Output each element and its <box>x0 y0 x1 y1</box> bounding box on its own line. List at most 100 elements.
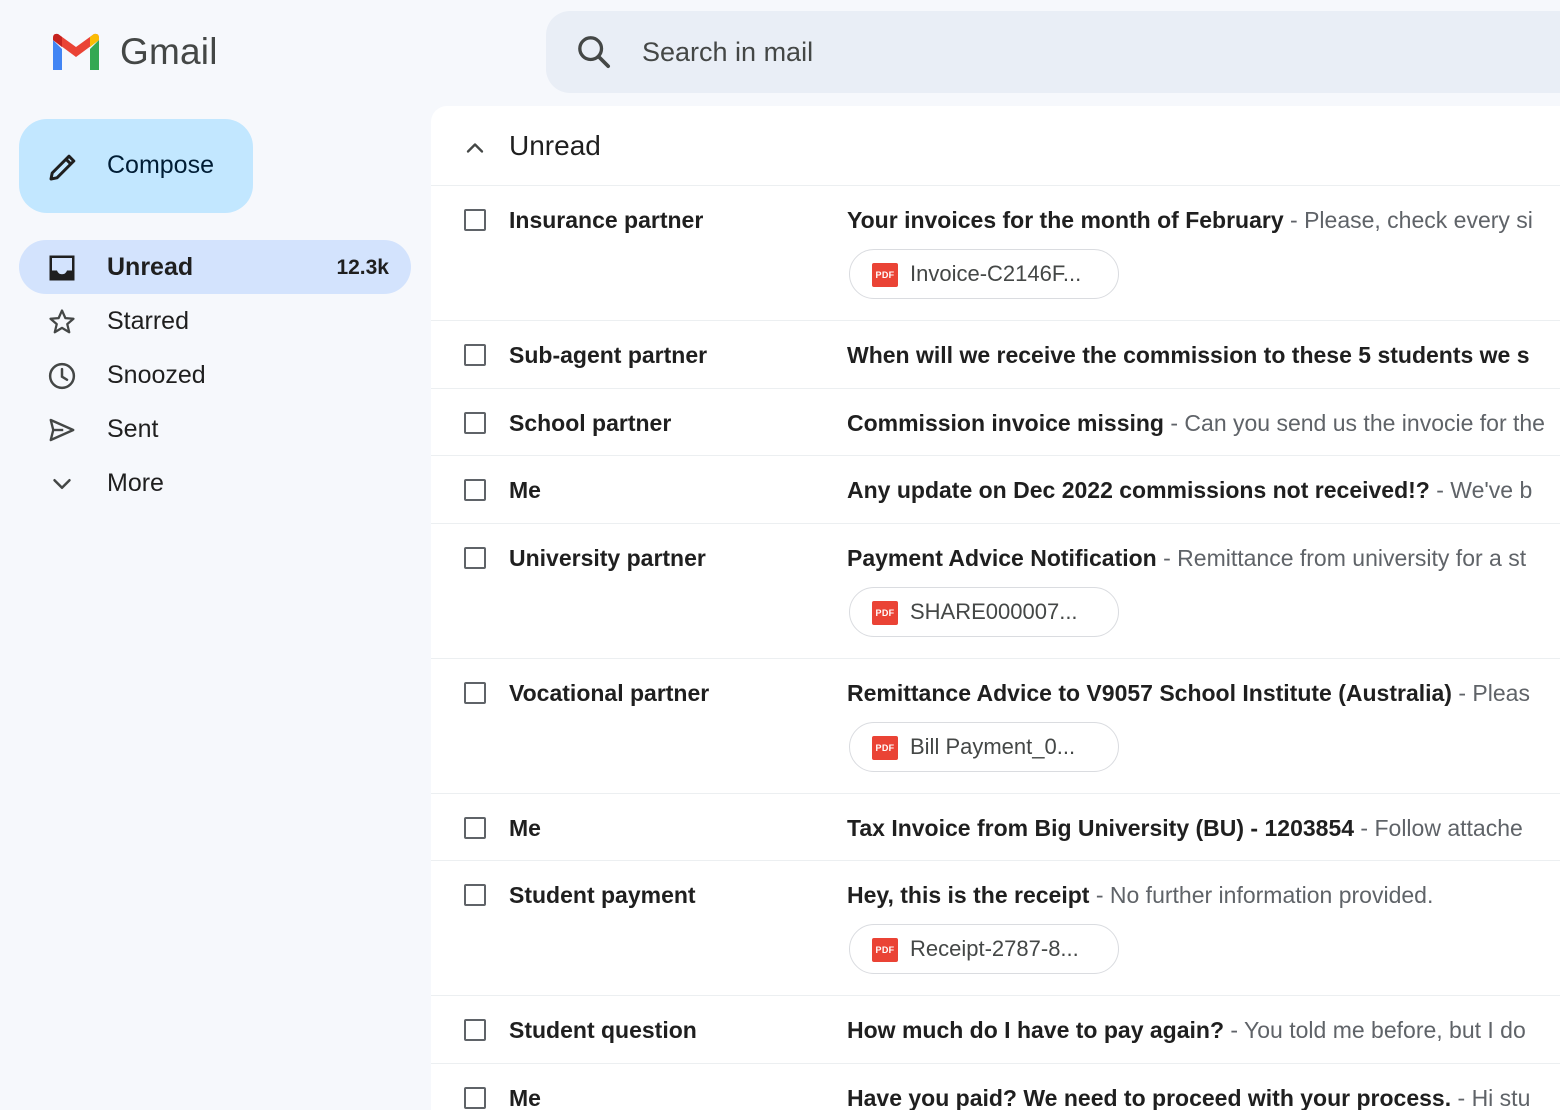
attachment-name: Bill Payment_0... <box>910 733 1076 759</box>
pdf-icon: PDF <box>872 735 898 760</box>
email-subject: Payment Advice Notification <box>847 544 1157 571</box>
email-sender: Student payment <box>509 882 696 908</box>
email-subject: Any update on Dec 2022 commissions not r… <box>847 477 1430 503</box>
email-sender: Me <box>509 477 541 503</box>
email-snippet: Please, check every si <box>1304 207 1533 233</box>
email-row[interactable]: Me Tax Invoice from Big University (BU) … <box>431 794 1560 861</box>
email-sender: University partner <box>509 544 706 571</box>
gmail-logo[interactable]: Gmail <box>50 30 218 74</box>
email-checkbox[interactable] <box>464 1086 486 1109</box>
inbox-icon <box>49 255 75 281</box>
email-row[interactable]: School partner Commission invoice missin… <box>431 389 1560 456</box>
email-subject-line: Payment Advice Notification - Remittance… <box>847 545 1560 572</box>
clock-icon <box>48 362 76 390</box>
email-snippet: You told me before, but I do <box>1244 1017 1526 1043</box>
email-subject-line: Remittance Advice to V9057 School Instit… <box>847 680 1560 707</box>
email-row[interactable]: Student payment Hey, this is the receipt… <box>431 861 1560 996</box>
email-checkbox[interactable] <box>464 884 486 906</box>
attachment-name: SHARE000007... <box>910 598 1078 624</box>
email-sender: Student question <box>509 1017 697 1043</box>
snippet-separator: - <box>1224 1017 1245 1043</box>
email-checkbox[interactable] <box>464 209 486 231</box>
snippet-separator: - <box>1451 1084 1472 1110</box>
chevron-up-icon[interactable] <box>461 134 489 162</box>
sidebar-nav: Unread 12.3k Starred Snoozed Sent More <box>19 240 411 510</box>
email-snippet: Can you send us the invocie for the <box>1184 409 1545 436</box>
email-checkbox[interactable] <box>464 681 486 704</box>
send-icon <box>49 418 75 442</box>
email-row[interactable]: Student question How much do I have to p… <box>431 996 1560 1064</box>
email-row[interactable]: Me Any update on Dec 2022 commissions no… <box>431 456 1560 524</box>
app-title: Gmail <box>120 31 218 72</box>
email-row[interactable]: Sub-agent partner When will we receive t… <box>431 321 1560 389</box>
email-sender: School partner <box>509 409 672 436</box>
search-icon[interactable] <box>574 32 614 72</box>
email-subject-line: Hey, this is the receipt - No further in… <box>847 882 1560 909</box>
email-subject-line: Any update on Dec 2022 commissions not r… <box>847 477 1560 504</box>
email-row[interactable]: Me Have you paid? We need to proceed wit… <box>431 1064 1560 1110</box>
attachment-chip[interactable]: PDF Bill Payment_0... <box>849 721 1119 772</box>
email-sender: Vocational partner <box>509 679 710 706</box>
email-sender: Me <box>509 1084 541 1110</box>
attachment-chip[interactable]: PDF Receipt-2787-8... <box>849 924 1119 974</box>
email-subject-line: Tax Invoice from Big University (BU) - 1… <box>847 815 1560 842</box>
unread-count-badge: 12.3k <box>336 256 389 279</box>
sidebar-item-label: Starred <box>107 307 189 335</box>
sidebar-item-label: Sent <box>107 415 159 443</box>
snippet-separator: - <box>1354 814 1375 841</box>
email-checkbox[interactable] <box>464 479 486 501</box>
email-checkbox[interactable] <box>464 816 486 839</box>
email-checkbox[interactable] <box>464 546 486 569</box>
compose-label: Compose <box>107 151 214 179</box>
email-subject-line: How much do I have to pay again? - You t… <box>847 1017 1560 1044</box>
attachment-chip[interactable]: PDF SHARE000007... <box>849 586 1119 637</box>
email-snippet: No further information provided. <box>1109 882 1434 908</box>
email-checkbox[interactable] <box>464 1019 486 1041</box>
email-subject: Hey, this is the receipt <box>847 882 1090 908</box>
search-input[interactable] <box>642 31 1542 73</box>
email-sender: Insurance partner <box>509 207 704 233</box>
email-snippet: Follow attache <box>1374 814 1523 841</box>
attachment-name: Receipt-2787-8... <box>910 936 1079 961</box>
sidebar-item-snoozed[interactable]: Snoozed <box>19 348 411 402</box>
snippet-separator: - <box>1089 882 1110 908</box>
snippet-separator: - <box>1429 477 1451 503</box>
gmail-m-icon <box>53 33 99 70</box>
email-snippet: Remittance from university for a st <box>1177 544 1527 571</box>
email-row[interactable]: Insurance partner Your invoices for the … <box>431 186 1560 321</box>
email-subject-line: Have you paid? We need to proceed with y… <box>847 1085 1560 1110</box>
snippet-separator: - <box>1156 544 1178 571</box>
email-subject: Tax Invoice from Big University (BU) - 1… <box>847 814 1355 841</box>
mail-list-panel: Unread Insurance partner Your invoices f… <box>431 106 1560 1110</box>
email-subject-line: Commission invoice missing - Can you sen… <box>847 410 1560 437</box>
pdf-icon: PDF <box>872 600 898 625</box>
email-subject-line: Your invoices for the month of February … <box>847 207 1560 234</box>
email-subject-line: When will we receive the commission to t… <box>847 342 1560 369</box>
email-row[interactable]: University partner Payment Advice Notifi… <box>431 524 1560 659</box>
chevron-down-icon <box>53 479 71 489</box>
email-snippet: Hi stu <box>1471 1084 1531 1110</box>
email-row[interactable]: Vocational partner Remittance Advice to … <box>431 659 1560 794</box>
pdf-icon: PDF <box>872 938 898 962</box>
sidebar-item-label: Snoozed <box>107 361 206 389</box>
snippet-separator: - <box>1451 679 1473 706</box>
star-icon <box>49 309 75 334</box>
email-subject: Commission invoice missing <box>847 409 1164 436</box>
email-snippet: We've b <box>1450 477 1533 503</box>
attachment-chip[interactable]: PDF Invoice-C2146F... <box>849 249 1119 299</box>
section-header[interactable]: Unread <box>431 106 1560 186</box>
search-bar <box>546 11 1560 93</box>
attachment-name: Invoice-C2146F... <box>910 261 1082 286</box>
sidebar-item-starred[interactable]: Starred <box>19 294 411 348</box>
email-subject: Your invoices for the month of February <box>847 207 1284 233</box>
email-subject: When will we receive the commission to t… <box>847 342 1530 368</box>
sidebar-item-more[interactable]: More <box>19 456 411 510</box>
sidebar-item-sent[interactable]: Sent <box>19 402 411 456</box>
email-subject: How much do I have to pay again? <box>847 1017 1224 1043</box>
email-checkbox[interactable] <box>464 344 486 366</box>
sidebar-item-unread[interactable]: Unread 12.3k <box>19 240 411 294</box>
email-checkbox[interactable] <box>464 411 486 434</box>
compose-button[interactable]: Compose <box>19 119 253 213</box>
pdf-icon: PDF <box>872 263 898 287</box>
email-subject: Have you paid? We need to proceed with y… <box>847 1084 1452 1110</box>
